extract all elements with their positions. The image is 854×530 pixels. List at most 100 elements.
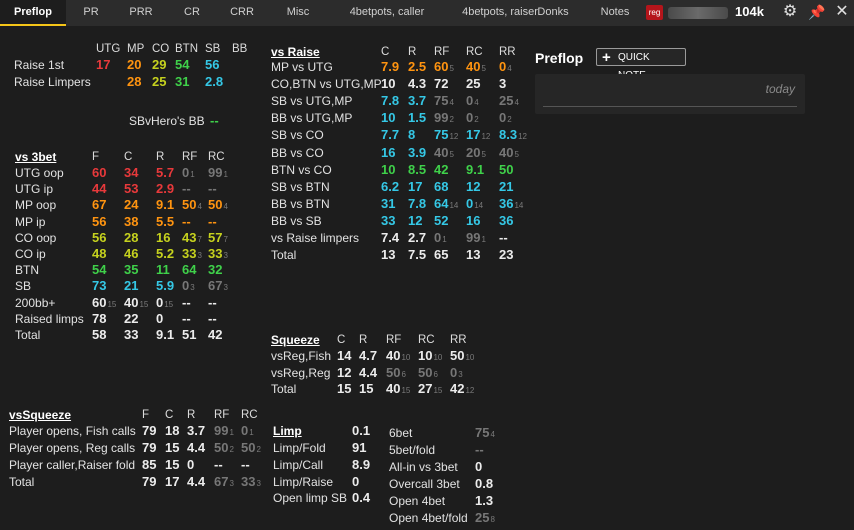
stat-value: 8 — [408, 127, 416, 143]
stat-value: 33 — [208, 246, 223, 261]
vssqueeze-cell: 673 — [214, 474, 234, 492]
squeeze-cell: 4212 — [450, 381, 474, 399]
vs3bet-cell: 54 — [92, 262, 106, 278]
limp-cell: 0.4 — [352, 490, 370, 506]
rfi-header: CO — [152, 43, 170, 55]
vsraise-cell: 3614 — [499, 196, 523, 214]
vs3bet-cell: -- — [208, 181, 217, 197]
stat-value: 15 — [165, 457, 180, 472]
stat-value: 40 — [124, 294, 139, 310]
stat-value: 27 — [418, 381, 433, 396]
stat-value: 24 — [124, 197, 139, 213]
sbvhero-value: -- — [210, 113, 219, 128]
quick-note-button[interactable]: + QUICK NOTE... — [596, 48, 686, 81]
vsraise-cell: 17 — [408, 179, 422, 195]
vssqueeze-header: RC — [241, 409, 258, 421]
note-input[interactable]: today — [535, 74, 805, 114]
sample-size: 2 — [474, 115, 479, 125]
tab-crr[interactable]: CRR — [220, 0, 264, 26]
stat-value: 42 — [434, 161, 449, 177]
stat-value: 25 — [475, 510, 490, 525]
misc-cell: 0 — [475, 459, 482, 475]
vs3bet-header: C — [124, 151, 133, 163]
squeeze-header: C — [337, 334, 346, 346]
tab-notes[interactable]: Notes — [592, 0, 638, 26]
stat-value: 50 — [450, 348, 465, 363]
vsraise-cell: 405 — [499, 145, 519, 163]
stat-value: -- — [182, 181, 191, 197]
vssqueeze-cell: 85 — [142, 457, 156, 473]
vsraise-cell: 42 — [434, 162, 448, 178]
stat-value: -- — [499, 230, 508, 245]
stat-value: 13 — [381, 247, 396, 263]
vssqueeze-cell: -- — [241, 457, 250, 473]
stat-value: 50 — [182, 197, 197, 213]
stat-value: 16 — [466, 212, 481, 228]
close-icon[interactable]: ✕ — [833, 3, 851, 21]
vsraise-cell: 33 — [381, 213, 395, 229]
stat-value: 12 — [337, 364, 352, 380]
vs3bet-cell: 51 — [182, 327, 196, 343]
stat-value: 75 — [475, 425, 490, 440]
squeeze-cell: 1010 — [418, 348, 442, 366]
tab-misc[interactable]: Misc — [276, 0, 320, 26]
sample-size: 1 — [223, 170, 228, 179]
squeeze-cell: 15 — [337, 381, 351, 397]
stat-value: -- — [241, 457, 250, 472]
vs3bet-cell: 24 — [124, 197, 138, 213]
stat-value: 50 — [214, 440, 229, 455]
tab-pr[interactable]: PR — [70, 0, 112, 26]
vsraise-title: vs Raise — [271, 45, 320, 59]
rfi-header: SB — [205, 43, 221, 55]
squeeze-header: RR — [450, 334, 467, 346]
vssqueeze-cell: 3.7 — [187, 423, 205, 439]
stat-value: 0 — [187, 457, 195, 472]
tab-4betpots-caller[interactable]: 4betpots, caller — [332, 0, 442, 26]
vssqueeze-cell: 502 — [214, 440, 234, 458]
stat-value: 50 — [499, 161, 514, 177]
stat-value: 53 — [124, 181, 139, 197]
squeeze-title: Squeeze — [271, 333, 320, 347]
tab-preflop[interactable]: Preflop — [0, 0, 66, 26]
limp-cell: 8.9 — [352, 457, 370, 473]
sample-size: 1 — [229, 428, 234, 437]
limp-cell: 0 — [352, 474, 359, 490]
vsraise-cell: 01 — [434, 230, 447, 248]
stat-value: 50 — [241, 440, 256, 455]
tab-cr[interactable]: CR — [172, 0, 212, 26]
stat-value: 8.9 — [352, 456, 371, 472]
vs3bet-cell: 58 — [92, 327, 106, 343]
pin-icon[interactable]: 📌 — [808, 3, 826, 21]
stat-value: 25 — [466, 76, 481, 92]
vssqueeze-row-label: Player opens, Fish calls — [9, 424, 136, 438]
stat-value: -- — [182, 310, 191, 326]
plus-icon: + — [602, 49, 611, 66]
vsraise-cell: 3.7 — [408, 93, 426, 109]
vs3bet-cell: 5.7 — [156, 165, 174, 181]
stat-value: 40 — [386, 381, 401, 396]
stat-value: 54 — [92, 262, 107, 278]
sample-size: 5 — [481, 149, 486, 159]
stat-value: 0.4 — [352, 490, 371, 506]
rfi-header: MP — [127, 43, 145, 55]
vssqueeze-cell: 79 — [142, 474, 156, 490]
tab-prr[interactable]: PRR — [118, 0, 164, 26]
gear-icon[interactable]: ⚙ — [781, 3, 799, 21]
vssqueeze-cell: 4.4 — [187, 440, 205, 456]
misc-row-label: Open 4bet — [389, 494, 446, 508]
stat-value: 9.1 — [156, 197, 175, 213]
stat-value: -- — [182, 213, 191, 229]
vs3bet-cell: 67 — [92, 197, 106, 213]
stat-value: 0 — [450, 364, 458, 380]
vs3bet-cell: 5.2 — [156, 246, 174, 262]
vs3bet-cell: 9.1 — [156, 197, 174, 213]
notes-panel-title: Preflop — [535, 50, 584, 66]
tab-donks[interactable]: Donks — [528, 0, 578, 26]
sample-size: 3 — [197, 251, 202, 260]
rfi-cell: 56 — [205, 57, 219, 73]
vs3bet-row-label: CO ip — [15, 247, 46, 261]
vsraise-cell: 6414 — [434, 196, 458, 214]
sample-size: 7 — [197, 234, 202, 244]
vsraise-cell: 04 — [499, 59, 512, 77]
rfi-cell: 2.8 — [205, 74, 223, 90]
